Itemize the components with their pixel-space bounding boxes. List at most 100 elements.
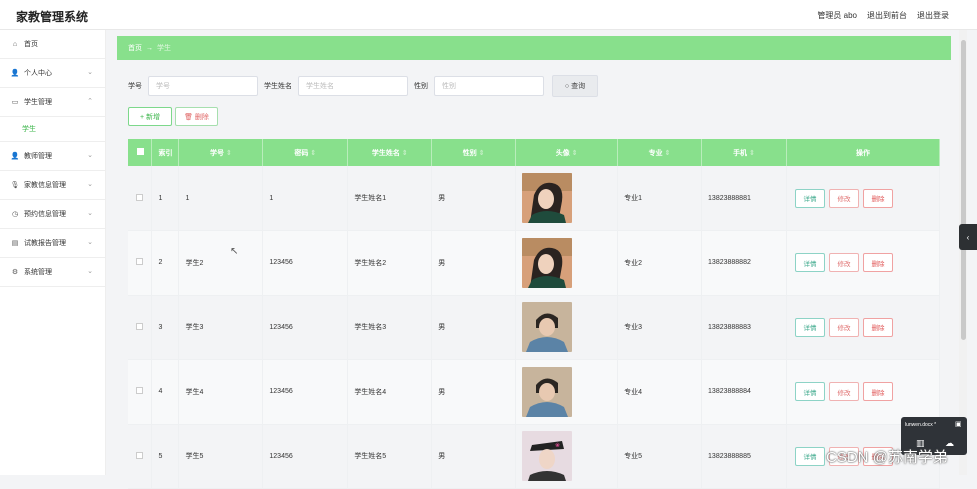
query-button[interactable]: ○ 查询	[552, 75, 598, 97]
cell-student-name: 学生姓名1	[347, 166, 433, 231]
sidebar-subitem-student[interactable]: 学生	[0, 117, 105, 142]
back-to-front-link[interactable]: 退出到前台	[867, 10, 907, 21]
delete-button[interactable]: 删除	[862, 382, 893, 402]
avatar[interactable]	[522, 173, 573, 223]
delete-button[interactable]: 删除	[862, 317, 893, 337]
cell-index: 5	[151, 424, 180, 489]
clipboard-icon: ▤	[11, 240, 19, 247]
sort-icon[interactable]: ⇕	[665, 150, 671, 157]
column-header-label: 专业	[648, 149, 663, 157]
sidebar-item-7[interactable]: ⚙ 系统管理 ⌄	[0, 258, 105, 287]
delete-button[interactable]: 删除	[862, 188, 893, 208]
detail-button[interactable]: 详情	[794, 446, 825, 466]
sidebar-item-2[interactable]: ▭ 学生管理 ⌃	[0, 88, 105, 117]
cell-password: 123456	[262, 230, 349, 296]
sort-icon[interactable]: ⇕	[572, 150, 578, 157]
gear-icon: ⚙	[11, 269, 19, 276]
row-checkbox[interactable]	[128, 424, 153, 489]
row-checkbox[interactable]	[128, 295, 153, 360]
table-row: 3 学生3 123456 学生姓名3 男专业3 13823888883 详情 修改 删除	[128, 295, 941, 360]
column-header: 索引	[151, 139, 180, 166]
avatar[interactable]	[522, 237, 573, 288]
cell-index: 1	[151, 166, 180, 231]
detail-button[interactable]: 详情	[794, 317, 825, 337]
column-header[interactable]: 密码 ⇕	[262, 139, 349, 166]
avatar[interactable]: ❀	[522, 431, 573, 482]
sort-icon[interactable]: ⇕	[749, 150, 755, 157]
avatar[interactable]	[522, 302, 573, 353]
sidebar: ⌂ 首页 👤 个人中心 ⌄ ▭ 学生管理 ⌃ 学生 👤 教师管理 ⌄ 🎙 家教信息管理 ⌄ ◷ 预约信息管理 ⌄ ▤…	[0, 30, 106, 475]
scrollbar-thumb[interactable]	[961, 40, 966, 340]
gender-input[interactable]	[434, 76, 544, 96]
cell-student-no: 1	[178, 166, 264, 231]
row-checkbox[interactable]	[128, 230, 153, 296]
sort-icon[interactable]: ⇕	[226, 150, 232, 157]
column-header-label: 操作	[855, 149, 870, 157]
student-no-input[interactable]	[148, 76, 258, 96]
sidebar-item-label: 个人中心	[24, 70, 52, 77]
sidebar-item-0[interactable]: ⌂ 首页	[0, 30, 105, 59]
cell-password: 1	[262, 166, 349, 231]
column-header[interactable]: 学生姓名 ⇕	[347, 139, 433, 166]
sidebar-item-4[interactable]: 🎙 家教信息管理 ⌄	[0, 171, 105, 200]
sort-icon[interactable]: ⇕	[402, 150, 408, 157]
student-name-input[interactable]	[298, 76, 408, 96]
teacher-icon: 👤	[10, 153, 20, 160]
sidebar-item-5[interactable]: ◷ 预约信息管理 ⌄	[0, 200, 105, 229]
batch-delete-button[interactable]: 🗑 删除	[175, 107, 218, 126]
breadcrumb: 首页 → 学生	[117, 36, 951, 60]
cell-avatar	[515, 295, 619, 360]
edit-button[interactable]: 修改	[828, 253, 859, 273]
row-checkbox[interactable]	[128, 166, 153, 231]
detail-button[interactable]: 详情	[794, 382, 825, 402]
collapse-handle-icon[interactable]: ‹	[959, 224, 977, 250]
cell-gender: 男	[431, 166, 517, 231]
edit-button[interactable]: 修改	[828, 188, 859, 208]
cell-avatar	[515, 230, 619, 296]
cell-major: 专业1	[617, 166, 703, 231]
column-header-label: 密码	[294, 149, 309, 157]
chevron-down-icon: ⌄	[87, 268, 93, 275]
column-header[interactable]: 性别 ⇕	[431, 139, 517, 166]
sidebar-item-3[interactable]: 👤 教师管理 ⌄	[0, 142, 105, 171]
cell-password: 123456	[262, 295, 349, 360]
query-button-label: 查询	[571, 83, 586, 90]
chevron-down-icon: ⌄	[87, 69, 93, 76]
sidebar-item-label: 系统管理	[24, 269, 52, 276]
sidebar-item-1[interactable]: 👤 个人中心 ⌄	[0, 59, 105, 88]
cell-actions: 详情 修改 删除	[786, 359, 941, 425]
avatar[interactable]	[522, 366, 573, 417]
sort-icon[interactable]: ⇕	[310, 150, 316, 157]
column-header[interactable]: 手机 ⇕	[701, 139, 787, 166]
chevron-down-icon: ⌃	[87, 98, 93, 105]
cell-student-name: 学生姓名2	[347, 230, 433, 296]
breadcrumb-home[interactable]: 首页	[128, 43, 142, 53]
logout-link[interactable]: 退出登录	[917, 10, 949, 21]
column-header-label: 头像	[555, 149, 570, 157]
table-row: 2 学生2 123456 学生姓名2 男专业2 13823888882 详情 修改 删除	[128, 230, 941, 296]
sort-icon[interactable]: ⇕	[479, 150, 485, 157]
cell-gender: 男	[431, 295, 517, 360]
sidebar-item-label: 首页	[24, 41, 38, 48]
cell-gender: 男	[431, 230, 517, 296]
column-header[interactable]: 学号 ⇕	[178, 139, 264, 166]
sidebar-item-label: 预约信息管理	[24, 211, 66, 218]
cell-phone: 13823888881	[701, 166, 787, 231]
cell-avatar	[515, 359, 619, 425]
monitor-icon: ▭	[11, 99, 19, 106]
edit-button[interactable]: 修改	[828, 317, 859, 337]
column-header[interactable]: 专业 ⇕	[617, 139, 703, 166]
detail-button[interactable]: 详情	[794, 188, 825, 208]
delete-button[interactable]: 删除	[862, 253, 893, 273]
row-checkbox[interactable]	[128, 359, 153, 425]
detail-button[interactable]: 详情	[794, 253, 825, 273]
select-all-checkbox[interactable]	[128, 139, 153, 166]
popup-save-icon[interactable]: ▣	[955, 420, 962, 428]
add-button[interactable]: + 新增	[128, 107, 172, 126]
edit-button[interactable]: 修改	[828, 382, 859, 402]
chevron-down-icon: ⌄	[87, 181, 93, 188]
column-header[interactable]: 头像 ⇕	[515, 139, 619, 166]
popup-title: lunwen.docx *	[905, 422, 937, 428]
sidebar-item-6[interactable]: ▤ 试教报告管理 ⌄	[0, 229, 105, 258]
watermark: CSDN @苏南学弟	[826, 449, 948, 466]
